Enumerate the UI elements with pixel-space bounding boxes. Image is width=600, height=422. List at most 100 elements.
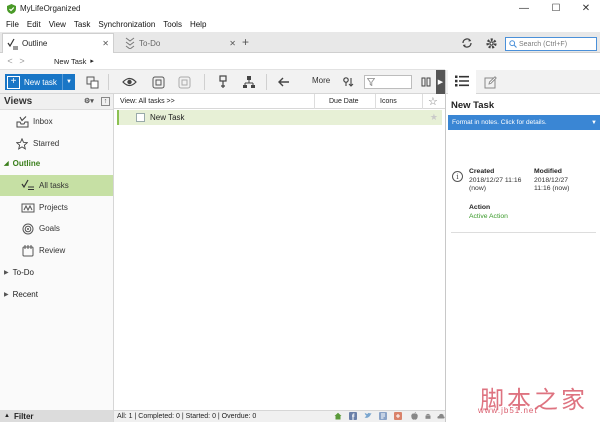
settings-gear-icon[interactable]	[483, 35, 499, 51]
blog-icon[interactable]	[378, 411, 387, 420]
copy-icon[interactable]	[176, 74, 192, 90]
twitter-icon[interactable]	[363, 411, 372, 420]
outline-check-icon	[7, 38, 19, 50]
collapse-triangle-icon: ▶	[4, 292, 9, 298]
due-date-column-header[interactable]: Due Date	[329, 98, 359, 105]
goals-icon	[21, 222, 35, 236]
menu-task[interactable]: Task	[70, 20, 94, 29]
action-value[interactable]: Active Action	[469, 213, 508, 220]
chevron-down-icon[interactable]: ▼	[591, 120, 597, 126]
sidebar-item-projects[interactable]: Projects	[0, 197, 113, 218]
column-divider[interactable]	[375, 94, 376, 109]
minimize-button[interactable]: —	[512, 0, 536, 17]
details-tabs	[446, 70, 600, 94]
sidebar-item-starred[interactable]: Starred	[0, 133, 113, 154]
filter-panel-toggle[interactable]: ▲ Filter	[0, 410, 114, 422]
back-arrow-icon[interactable]	[276, 74, 292, 90]
tab-outline-close-icon[interactable]: ✕	[102, 39, 109, 48]
column-divider[interactable]	[422, 94, 423, 109]
collapse-triangle-icon: ▶	[4, 270, 9, 276]
sidebar-item-inbox[interactable]: Inbox	[0, 111, 113, 132]
created-label: Created	[469, 168, 495, 175]
star-icon[interactable]: ★	[430, 112, 438, 123]
icons-column-header[interactable]: Icons	[380, 98, 397, 105]
group-label: Recent	[12, 290, 38, 299]
view-selector[interactable]: View: All tasks >>	[120, 98, 175, 105]
tab-notes[interactable]	[476, 70, 504, 94]
filter-funnel-icon	[367, 78, 375, 86]
views-settings-icon[interactable]: ⚙▾	[84, 97, 94, 105]
focus-icon[interactable]	[150, 74, 166, 90]
new-subtask-icon[interactable]	[84, 74, 100, 90]
todo-chevrons-icon	[124, 37, 136, 49]
details-title[interactable]: New Task	[451, 100, 494, 111]
task-name[interactable]: New Task	[150, 113, 185, 122]
new-task-button[interactable]: + New task ▼	[5, 74, 75, 90]
maximize-button[interactable]: ☐	[544, 0, 568, 17]
task-checkbox[interactable]	[136, 113, 145, 122]
menu-file[interactable]: File	[2, 20, 23, 29]
column-divider[interactable]	[314, 94, 315, 109]
all-tasks-icon	[21, 179, 35, 193]
panel-collapse-icon[interactable]: ▶	[436, 70, 445, 94]
tab-outline[interactable]: Outline ✕	[2, 33, 114, 53]
sync-icon[interactable]	[459, 35, 475, 51]
facebook-icon[interactable]	[348, 411, 357, 420]
more-button[interactable]: More	[312, 76, 330, 85]
move-up-level-icon[interactable]	[215, 74, 231, 90]
projects-icon	[21, 201, 35, 215]
filter-input[interactable]	[364, 75, 412, 89]
sidebar-item-label: Starred	[33, 139, 60, 148]
apple-icon[interactable]	[410, 411, 419, 420]
menu-view[interactable]: View	[45, 20, 70, 29]
back-arrow-icon[interactable]: <	[4, 56, 16, 66]
home-icon[interactable]	[333, 411, 342, 420]
sort-options-icon[interactable]	[341, 74, 357, 90]
sidebar-item-review[interactable]: Review	[0, 240, 113, 261]
action-label: Action	[469, 204, 491, 211]
star-column-icon[interactable]: ☆	[428, 95, 438, 108]
search-input[interactable]: Search (Ctrl+F)	[519, 41, 567, 48]
new-task-dropdown-icon[interactable]: ▼	[62, 74, 75, 90]
filter-label: Filter	[13, 411, 34, 421]
sidebar-group-todo[interactable]: ▶ To-Do	[4, 268, 34, 277]
search-box[interactable]: Search (Ctrl+F)	[505, 37, 597, 51]
sidebar-item-label: Projects	[39, 203, 68, 212]
tab-todo-close-icon[interactable]: ✕	[229, 39, 236, 48]
created-value: 2018/12/27 11:16	[469, 176, 522, 184]
add-tab-button[interactable]: +	[242, 35, 249, 49]
google-plus-icon[interactable]	[393, 411, 402, 420]
columns-toggle-icon[interactable]	[418, 74, 434, 90]
sidebar-item-all-tasks[interactable]: All tasks	[0, 175, 113, 196]
sidebar-group-recent[interactable]: ▶ Recent	[4, 290, 38, 299]
action-info: Action Active Action	[469, 204, 508, 221]
star-icon	[15, 137, 29, 151]
views-title: Views	[4, 96, 33, 107]
cloud-icon[interactable]	[436, 411, 445, 420]
breadcrumb-arrow-icon[interactable]: ▸	[90, 57, 94, 65]
menu-edit[interactable]: Edit	[23, 20, 45, 29]
tab-todo[interactable]: To-Do ✕	[120, 33, 240, 53]
new-task-label: New task	[24, 77, 57, 87]
toolbar-divider	[204, 74, 205, 90]
notes-field[interactable]: Format in notes. Click for details. ▼	[448, 115, 600, 130]
sidebar-group-outline[interactable]: ◢ Outline	[4, 159, 40, 168]
menu-bar: File Edit View Task Synchronization Tool…	[0, 17, 600, 32]
pin-up-icon[interactable]: ↑	[101, 97, 110, 106]
inbox-icon	[15, 115, 29, 129]
created-relative: (now)	[469, 185, 486, 192]
hierarchy-icon[interactable]	[241, 74, 257, 90]
tab-details-list[interactable]	[448, 70, 476, 94]
android-icon[interactable]	[423, 411, 432, 420]
eye-icon[interactable]	[121, 74, 137, 90]
menu-help[interactable]: Help	[186, 20, 210, 29]
notes-hint: Format in notes. Click for details.	[452, 119, 547, 126]
close-window-button[interactable]: ✕	[574, 0, 598, 17]
forward-arrow-icon[interactable]: >	[16, 56, 28, 66]
table-row[interactable]: New Task ★	[117, 110, 442, 125]
breadcrumb-current[interactable]: New Task	[54, 57, 86, 66]
menu-synchronization[interactable]: Synchronization	[94, 20, 159, 29]
modified-time: 11:16 (now)	[534, 185, 570, 192]
menu-tools[interactable]: Tools	[159, 20, 186, 29]
sidebar-item-goals[interactable]: Goals	[0, 218, 113, 239]
